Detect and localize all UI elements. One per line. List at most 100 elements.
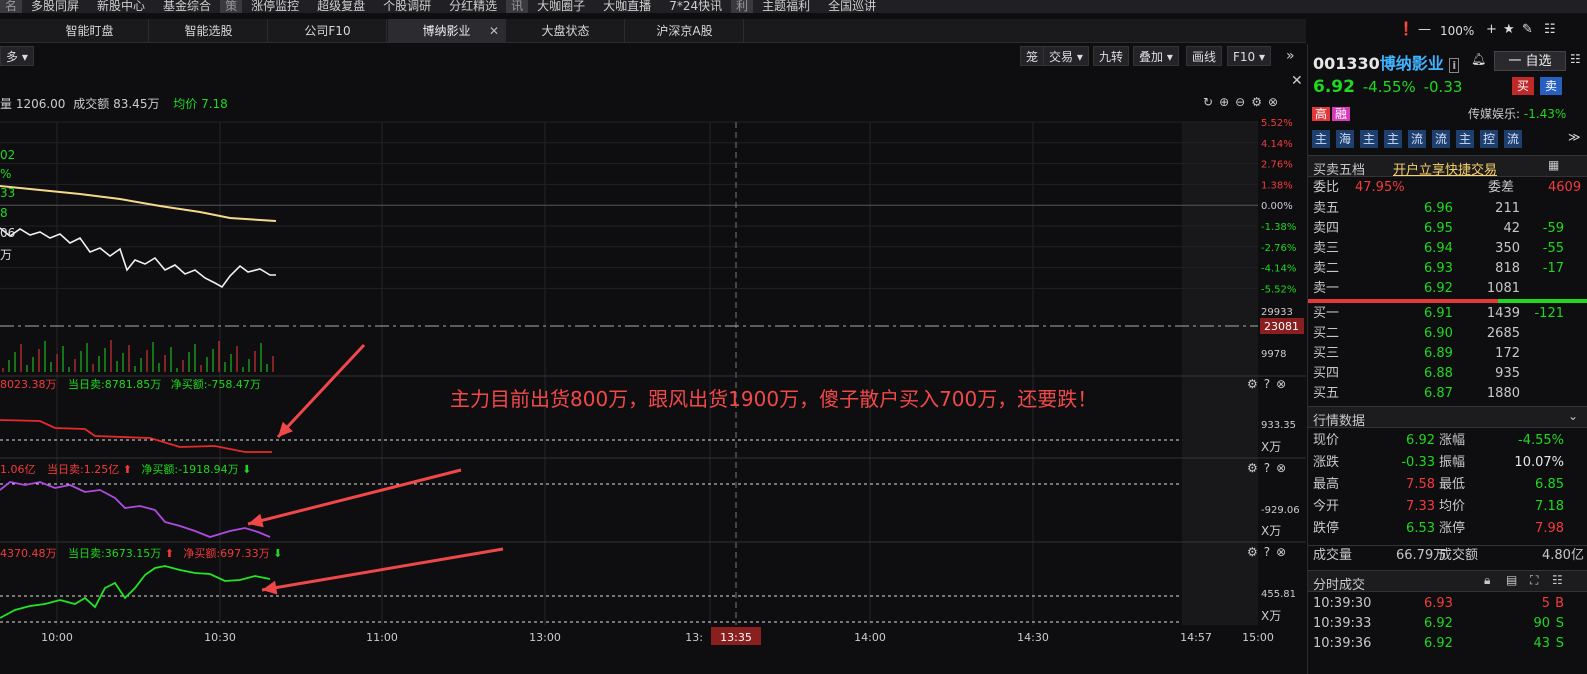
sell-button[interactable]: 卖 (1540, 77, 1562, 95)
risk-badge: 高融 (1312, 105, 1351, 122)
y-tick: 1.38% (1261, 180, 1293, 191)
layout-icon[interactable]: ☷ (1544, 22, 1556, 37)
star-icon[interactable]: ★ (1503, 22, 1515, 37)
tab-item[interactable]: 沪深京A股 (626, 19, 744, 43)
layout-icon[interactable]: ☷ (1552, 573, 1563, 587)
help-icon[interactable]: ❗ (1398, 22, 1414, 37)
tab-item[interactable]: 智能选股 (150, 19, 268, 43)
strategy-pill[interactable]: 主 (1384, 130, 1402, 148)
info-icon[interactable]: i (1449, 58, 1460, 73)
close-icon[interactable]: ⊗ (1276, 377, 1292, 391)
chevron-down-icon[interactable]: ⌄ (1568, 409, 1578, 423)
strategy-pill[interactable]: 海 (1336, 130, 1354, 148)
close-icon[interactable]: ⊗ (1276, 461, 1292, 475)
ask-row[interactable]: 卖三 6.94 350 -55 (1308, 239, 1587, 259)
settings-icon[interactable]: ⚙ (1247, 377, 1264, 391)
topnav-item[interactable]: 名 (0, 0, 23, 13)
toolbar-button[interactable]: 交易 ▾ (1043, 46, 1089, 66)
fullscreen-icon[interactable]: ⛶ (1530, 573, 1538, 588)
time-tick: 11:00 (366, 631, 398, 644)
topnav-item[interactable]: 策 (220, 0, 243, 13)
settings-icon[interactable]: ⚙ (1247, 545, 1264, 559)
toolbar-button[interactable]: 九转 (1093, 46, 1130, 66)
zoom-out-icon[interactable]: — (1418, 22, 1431, 37)
ask-row[interactable]: 卖四 6.95 42 -59 (1308, 219, 1587, 239)
topnav-item[interactable]: 大咖直播 (594, 0, 660, 13)
help-icon[interactable]: ? (1264, 377, 1276, 391)
intraday-chart[interactable]: 5.52% 4.14% 2.76% 1.38% 0.00% -1.38% -2.76% -4.… (0, 92, 1306, 648)
help-icon[interactable]: ? (1264, 461, 1276, 475)
help-icon[interactable]: ? (1264, 545, 1276, 559)
topnav-item[interactable]: 7*24快讯 (660, 0, 731, 13)
toolbar-button[interactable]: F10 ▾ (1227, 46, 1272, 66)
chevron-down-icon[interactable]: ≫ (1568, 130, 1581, 144)
time-tick: 15:00 (1242, 631, 1274, 644)
main-force-line (0, 419, 272, 453)
tab-item[interactable]: 大盘状态 (507, 19, 625, 43)
quote-row: 跌停 6.53 涨停 7.98 (1313, 521, 1564, 536)
topnav-item[interactable]: 个股调研 (374, 0, 440, 13)
topnav-item[interactable]: 主题福利 (753, 0, 819, 13)
topnav-item[interactable]: 全国巡讲 (819, 0, 885, 13)
bid-row[interactable]: 买四 6.88 935 (1308, 364, 1587, 384)
topnav-item[interactable]: 多股同屏 (22, 0, 88, 13)
weibi-row: 委比 47.95% 委差 4609 (1313, 180, 1582, 195)
strategy-pill[interactable]: 主 (1312, 130, 1330, 148)
toolbar-button[interactable]: 叠加 ▾ (1133, 46, 1179, 66)
tab-item[interactable]: 公司F10 (269, 19, 387, 43)
bid-row[interactable]: 买一 6.91 1439 -121 (1308, 304, 1587, 324)
topnav-item[interactable]: 基金综合 (154, 0, 220, 13)
strategy-pill[interactable]: 流 (1408, 130, 1426, 148)
arrow-annotation (247, 468, 462, 528)
sector-label: 传媒娱乐: -1.43% (1468, 107, 1567, 121)
topnav-item[interactable]: 大咖圈子 (528, 0, 594, 13)
topnav-item[interactable]: 涨停监控 (242, 0, 308, 13)
toolbar-button[interactable]: 笼 (1020, 46, 1045, 66)
toolbar-button[interactable]: 画线 (1186, 46, 1223, 66)
topnav-item[interactable]: 利 (731, 0, 754, 13)
topnav-item[interactable]: 分红精选 (440, 0, 506, 13)
strategy-pill[interactable]: 主 (1360, 130, 1378, 148)
panel-unit: X万 (1261, 609, 1281, 623)
settings-icon[interactable]: ⚙ (1247, 461, 1264, 475)
expand-icon[interactable]: » (1286, 48, 1295, 64)
lock-icon[interactable]: 🔒︎ (1484, 573, 1490, 588)
open-account-link[interactable]: 开户立享快捷交易 (1393, 159, 1497, 178)
edge-label: 万 (0, 248, 13, 262)
calc-icon[interactable]: ▦ (1548, 158, 1559, 172)
y-tick: 5.52% (1261, 118, 1293, 129)
bell-icon[interactable]: 🔔︎ (1471, 52, 1486, 66)
strategy-pill[interactable]: 流 (1432, 130, 1450, 148)
close-icon[interactable]: ✕ (1291, 73, 1303, 89)
close-tab-icon[interactable]: ✕ (489, 19, 499, 43)
more-button[interactable]: 多 ▾ (0, 46, 34, 66)
zoom-in-icon[interactable]: + (1486, 22, 1497, 37)
layout-icon[interactable]: ☷ (1570, 52, 1581, 66)
quote-row: 最高 7.58 最低 6.85 (1313, 477, 1564, 492)
ask-row[interactable]: 卖一 6.92 1081 (1308, 279, 1587, 299)
bid-row[interactable]: 买五 6.87 1880 (1308, 384, 1587, 404)
topnav-item[interactable]: 讯 (506, 0, 529, 13)
buy-button[interactable]: 买 (1512, 77, 1534, 95)
bid-row[interactable]: 买三 6.89 172 (1308, 344, 1587, 364)
vol-tick: 9978 (1261, 349, 1286, 360)
close-icon[interactable]: ⊗ (1276, 545, 1292, 559)
list-icon[interactable]: ▤ (1506, 573, 1517, 587)
add-favorite-button[interactable]: 一 自选 (1494, 51, 1566, 71)
order-bar (1308, 299, 1587, 303)
strategy-pill[interactable]: 流 (1504, 130, 1522, 148)
tick-row: 10:39:33 6.92 90 S (1313, 616, 1564, 631)
time-tick-partial: 13: (685, 631, 703, 644)
topnav-item[interactable]: 新股中心 (88, 0, 154, 13)
strategy-pill[interactable]: 控 (1480, 130, 1498, 148)
ask-row[interactable]: 卖五 6.96 211 (1308, 199, 1587, 219)
bid-row[interactable]: 买二 6.90 2685 (1308, 324, 1587, 344)
ask-row[interactable]: 卖二 6.93 818 -17 (1308, 259, 1587, 279)
topnav-item[interactable]: 超级复盘 (308, 0, 374, 13)
tab-item[interactable]: 智能盯盘 (31, 19, 149, 43)
pen-icon[interactable]: ✎ (1522, 22, 1533, 37)
dropdown-icon: ▾ (1255, 50, 1266, 64)
tab-item[interactable]: 博纳影业 ✕ (388, 19, 506, 43)
edge-label: 33 (0, 186, 16, 200)
strategy-pill[interactable]: 主 (1456, 130, 1474, 148)
